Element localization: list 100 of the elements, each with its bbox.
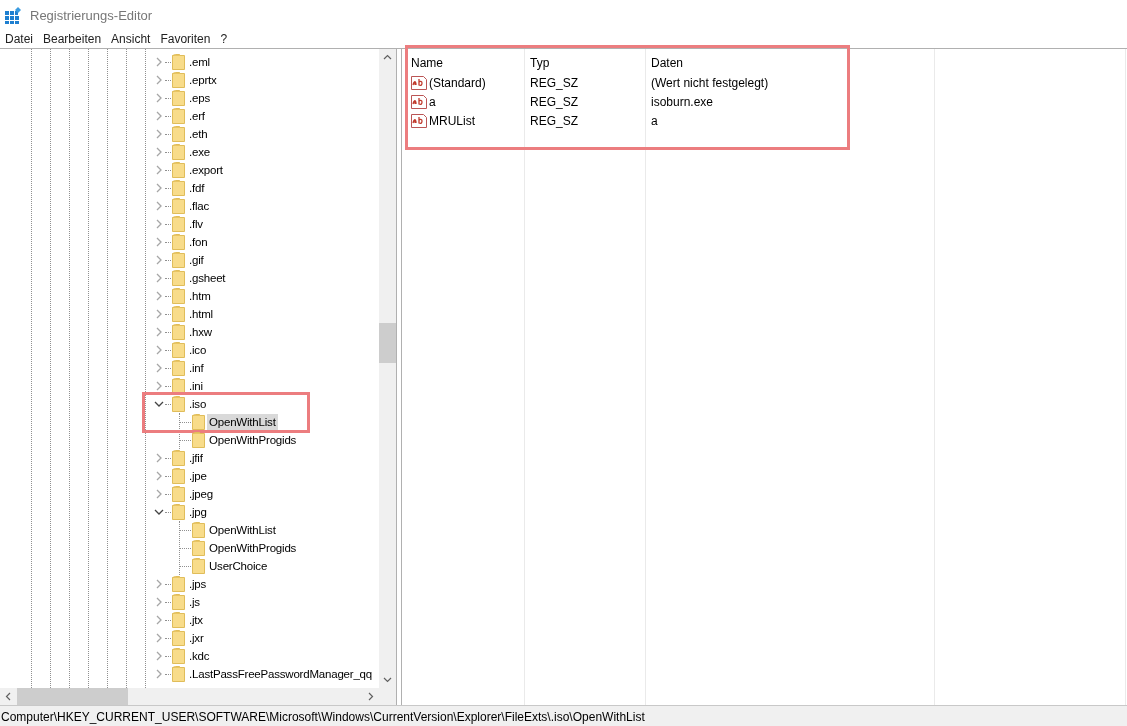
tree-item[interactable]: .ini [187, 378, 205, 394]
tree-item[interactable]: .jxr [187, 630, 206, 646]
chevron-right-icon[interactable] [154, 219, 164, 229]
folder-icon [172, 198, 185, 214]
folder-icon [172, 378, 185, 394]
chevron-right-icon[interactable] [154, 327, 164, 337]
tree-item[interactable]: .jfif [187, 450, 205, 466]
tree-item[interactable]: .fdf [187, 180, 207, 196]
tree-item[interactable]: .htm [187, 288, 213, 304]
folder-icon [172, 216, 185, 232]
chevron-right-icon[interactable] [154, 291, 164, 301]
folder-icon [172, 450, 185, 466]
menu-item[interactable]: Ansicht [106, 32, 156, 46]
tree-item[interactable]: .ico [187, 342, 209, 358]
tree-item[interactable]: .flv [187, 216, 205, 232]
chevron-right-icon[interactable] [154, 129, 164, 139]
scrollbar-thumb[interactable] [379, 323, 396, 363]
chevron-right-icon[interactable] [154, 183, 164, 193]
tree-item[interactable]: .gsheet [187, 270, 228, 286]
tree-item[interactable]: .flac [187, 198, 212, 214]
folder-icon [172, 576, 185, 592]
menu-item[interactable]: Bearbeiten [38, 32, 107, 46]
folder-icon [172, 126, 185, 142]
tree-item[interactable]: .jpeg [187, 486, 215, 502]
tree-item[interactable]: .eprtx [187, 72, 219, 88]
tree-item[interactable]: .jtx [187, 612, 205, 628]
tree-item[interactable]: .erf [187, 108, 207, 124]
chevron-right-icon[interactable] [154, 147, 164, 157]
chevron-right-icon[interactable] [154, 255, 164, 265]
folder-icon [172, 144, 185, 160]
folder-icon [192, 414, 205, 430]
tree-item[interactable]: .jps [187, 576, 209, 592]
tree-item[interactable]: .kdc [187, 648, 212, 664]
tree-item[interactable]: .eth [187, 126, 210, 142]
menu-item[interactable]: ? [215, 32, 233, 46]
table-cell: (Standard) [429, 75, 486, 90]
tree-item[interactable]: .export [187, 162, 225, 178]
tree-item[interactable]: .LastPassFreePasswordManager_qq [187, 666, 374, 682]
tree-item[interactable]: .inf [187, 360, 206, 376]
chevron-right-icon[interactable] [154, 669, 164, 679]
tree-item[interactable]: .eps [187, 90, 212, 106]
chevron-right-icon[interactable] [154, 651, 164, 661]
folder-icon [172, 72, 185, 88]
tree-item[interactable]: .jpe [187, 468, 209, 484]
folder-icon [172, 90, 185, 106]
chevron-right-icon[interactable] [154, 471, 164, 481]
chevron-right-icon[interactable] [154, 165, 164, 175]
folder-icon [172, 486, 185, 502]
tree-item[interactable]: OpenWithList [207, 414, 278, 430]
folder-icon [172, 648, 185, 664]
vertical-scrollbar[interactable] [379, 49, 396, 688]
chevron-down-icon[interactable] [154, 507, 164, 517]
chevron-right-icon[interactable] [154, 201, 164, 211]
chevron-right-icon[interactable] [154, 273, 164, 283]
table-cell: a [429, 94, 436, 109]
tree-item[interactable]: .iso [187, 396, 209, 412]
chevron-right-icon[interactable] [154, 453, 164, 463]
tree-item[interactable]: .jpg [187, 504, 209, 520]
tree-item[interactable]: .html [187, 306, 215, 322]
tree-item[interactable]: .eml [187, 54, 212, 70]
menu-item[interactable]: Datei [0, 32, 38, 46]
tree-item[interactable]: .exe [187, 144, 212, 160]
column-header[interactable]: Daten [646, 53, 934, 73]
folder-icon [192, 432, 205, 448]
chevron-right-icon[interactable] [154, 615, 164, 625]
tree-item[interactable]: UserChoice [207, 558, 270, 574]
menu-item[interactable]: Favoriten [155, 32, 216, 46]
tree-item[interactable]: OpenWithProgids [207, 432, 299, 448]
chevron-right-icon[interactable] [154, 237, 164, 247]
folder-icon [172, 288, 185, 304]
tree-item[interactable]: .js [187, 594, 202, 610]
column-header[interactable]: Typ [525, 53, 645, 73]
tree-item[interactable]: .fon [187, 234, 210, 250]
folder-icon [172, 360, 185, 376]
chevron-right-icon[interactable] [154, 309, 164, 319]
chevron-right-icon[interactable] [154, 363, 164, 373]
chevron-right-icon[interactable] [154, 345, 164, 355]
tree-item[interactable]: .hxw [187, 324, 214, 340]
tree-item[interactable]: .gif [187, 252, 206, 268]
chevron-right-icon[interactable] [154, 633, 164, 643]
folder-icon [172, 108, 185, 124]
folder-icon [192, 540, 205, 556]
column-header[interactable]: Name [406, 53, 524, 73]
chevron-right-icon[interactable] [154, 381, 164, 391]
folder-icon [172, 468, 185, 484]
tree-item[interactable]: OpenWithProgids [207, 540, 299, 556]
chevron-down-icon[interactable] [154, 399, 164, 409]
chevron-right-icon[interactable] [154, 93, 164, 103]
chevron-right-icon[interactable] [154, 57, 164, 67]
folder-icon [192, 558, 205, 574]
scrollbar-thumb[interactable] [17, 688, 128, 705]
chevron-right-icon[interactable] [154, 111, 164, 121]
chevron-right-icon[interactable] [154, 489, 164, 499]
folder-icon [172, 252, 185, 268]
chevron-right-icon[interactable] [154, 579, 164, 589]
string-value-icon [411, 75, 427, 90]
tree-item[interactable]: OpenWithList [207, 522, 278, 538]
folder-icon [172, 504, 185, 520]
chevron-right-icon[interactable] [154, 75, 164, 85]
chevron-right-icon[interactable] [154, 597, 164, 607]
